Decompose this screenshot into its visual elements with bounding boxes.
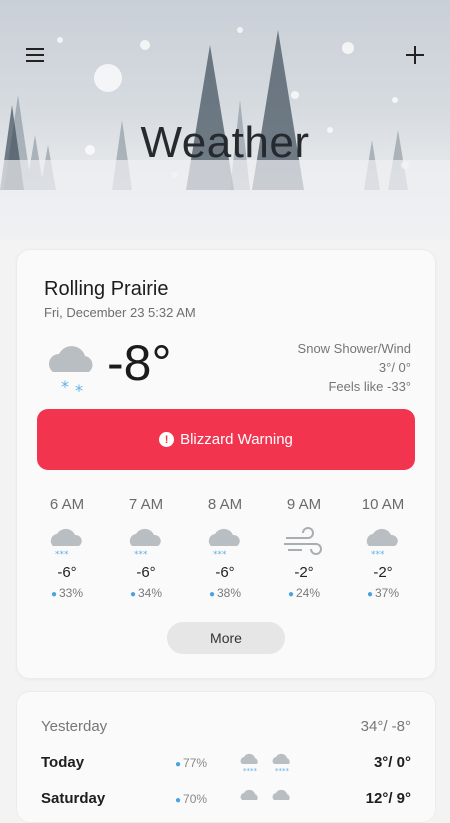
hour-precip: ● 38% [190, 586, 260, 600]
location-name: Rolling Prairie [44, 278, 169, 300]
day-precip: ● 70% [175, 792, 207, 806]
day-precip: ● 77% [175, 756, 207, 770]
current-temperature: -8° [107, 335, 172, 391]
hour-time: 9 AM [286, 496, 322, 513]
svg-text:***: *** [134, 550, 148, 560]
drop-icon: ● [208, 589, 215, 600]
drop-icon: ● [175, 795, 182, 806]
hour-precip: ● 24% [269, 586, 339, 600]
svg-text:***: *** [55, 550, 69, 560]
hour-precip: ● 37% [348, 586, 418, 600]
yesterday-label: Yesterday [41, 718, 108, 735]
svg-text:****: **** [243, 767, 258, 774]
hour-time: 7 AM [128, 496, 164, 513]
hour-precip-value: 38% [217, 586, 242, 600]
snow-cloud-icon: * * [49, 346, 93, 398]
hour-item[interactable]: 10 AM *** -2° ● 37% [348, 496, 418, 600]
day-precip-value: 77% [183, 756, 208, 770]
svg-text:*: * [61, 377, 69, 396]
hour-temp: -6° [215, 564, 235, 581]
hour-item[interactable]: 6 AM *** -6° ● 33% [32, 496, 102, 600]
hour-item[interactable]: 8 AM *** -6° ● 38% [190, 496, 260, 600]
day-label: Today [41, 754, 85, 771]
current-datetime: Fri, December 23 5:32 AM [44, 305, 196, 320]
svg-text:***: *** [213, 550, 227, 560]
drop-icon: ● [287, 589, 294, 600]
hour-precip: ● 34% [111, 586, 181, 600]
day-range: 12°/ 9° [365, 790, 411, 807]
drop-icon: ● [175, 759, 182, 770]
snow-cloud-icon [272, 789, 290, 800]
hour-precip: ● 33% [32, 586, 102, 600]
hour-precip-value: 24% [296, 586, 321, 600]
drop-icon: ● [50, 589, 57, 600]
hour-item[interactable]: 9 AM -2° ● 24% [269, 496, 339, 600]
snow-cloud-icon: *** [50, 528, 82, 560]
hour-temp: -2° [294, 564, 314, 581]
snow-cloud-icon: *** [129, 528, 161, 560]
svg-text:*: * [75, 381, 83, 398]
alert-icon: ! [159, 432, 175, 447]
hour-temp: -2° [373, 564, 393, 581]
yesterday-range: 34°/ -8° [360, 718, 411, 735]
warning-label: Blizzard Warning [180, 431, 293, 448]
more-button[interactable]: More [167, 622, 285, 654]
blizzard-warning-banner[interactable]: ! Blizzard Warning [37, 409, 415, 470]
feels-like-text: Feels like -33° [328, 379, 411, 394]
wind-icon [284, 527, 322, 555]
condition-summary: Snow Shower/Wind 3°/ 0° Feels like -33° [298, 339, 411, 396]
menu-button[interactable] [20, 40, 50, 70]
day-label: Saturday [41, 790, 106, 807]
app-title: Weather [140, 118, 310, 167]
condition-text: Snow Shower/Wind [297, 341, 411, 356]
svg-text:****: **** [275, 767, 290, 774]
snow-cloud-icon: *** [208, 528, 240, 560]
hour-time: 10 AM [361, 496, 405, 513]
day-precip-value: 70% [183, 792, 208, 806]
add-location-button[interactable] [400, 40, 430, 70]
menu-icon [26, 48, 44, 62]
daily-forecast-card[interactable]: Yesterday 34°/ -8° Today ● 77% **** **** … [16, 691, 436, 823]
add-icon [406, 46, 424, 64]
daily-row[interactable]: Saturday ● 70% 12°/ 9° [41, 789, 411, 814]
hour-item[interactable]: 7 AM *** -6° ● 34% [111, 496, 181, 600]
hour-precip-value: 33% [59, 586, 84, 600]
drop-icon: ● [366, 589, 373, 600]
hour-precip-value: 34% [138, 586, 163, 600]
hour-temp: -6° [57, 564, 77, 581]
hour-precip-value: 37% [375, 586, 400, 600]
snow-cloud-icon: **** [272, 753, 290, 774]
snow-cloud-icon: *** [366, 528, 398, 560]
header-background: Weather [0, 0, 450, 240]
yesterday-row: Yesterday 34°/ -8° [41, 718, 411, 735]
snow-cloud-icon [240, 789, 258, 800]
hour-time: 8 AM [207, 496, 243, 513]
hour-temp: -6° [136, 564, 156, 581]
drop-icon: ● [129, 589, 136, 600]
snow-cloud-icon: **** [240, 753, 258, 774]
high-low-text: 3°/ 0° [378, 360, 411, 375]
day-range: 3°/ 0° [373, 754, 411, 771]
svg-text:***: *** [371, 550, 385, 560]
daily-row[interactable]: Today ● 77% **** **** 3°/ 0° [41, 753, 411, 778]
current-weather-card[interactable]: Rolling Prairie Fri, December 23 5:32 AM… [16, 249, 436, 679]
hour-time: 6 AM [49, 496, 85, 513]
hourly-forecast: 6 AM *** -6° ● 33% 7 AM *** -6° ● 34% 8 AM… [17, 496, 435, 606]
